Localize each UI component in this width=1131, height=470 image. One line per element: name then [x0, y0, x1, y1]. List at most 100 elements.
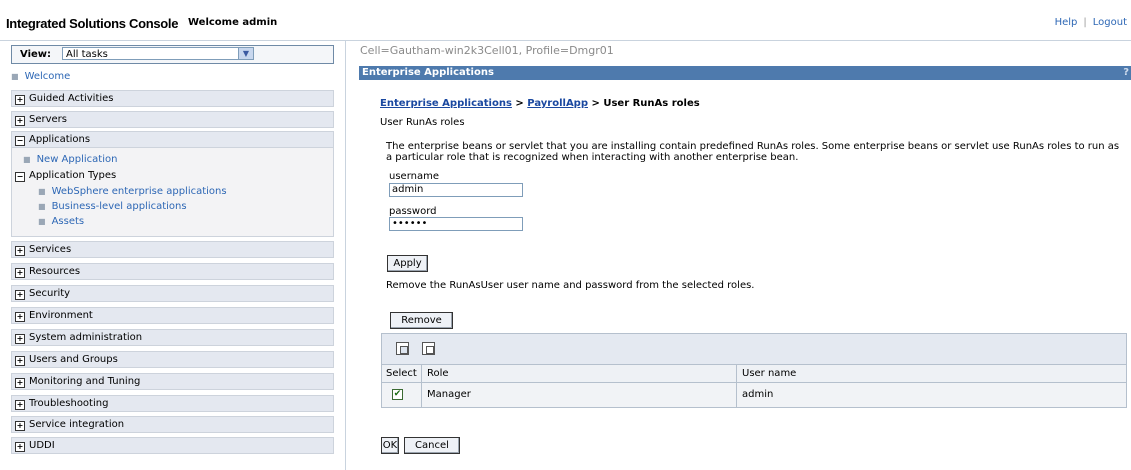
remove-description: Remove the RunAsUser user name and passw… — [386, 280, 755, 291]
deselect-all-icon-inner — [426, 346, 434, 354]
bullet-icon: ■ — [38, 217, 46, 226]
expand-icon[interactable]: + — [15, 421, 25, 431]
apply-button[interactable]: Apply — [387, 255, 428, 272]
nav-section-label: UDDI — [29, 440, 55, 451]
nav-section-guided-activities[interactable]: + Guided Activities — [11, 90, 334, 107]
ok-button[interactable]: OK — [381, 437, 399, 454]
username-field[interactable]: admin — [389, 183, 523, 197]
nav-section-label: Servers — [29, 114, 68, 125]
cancel-button[interactable]: Cancel — [404, 437, 460, 454]
nav-group-label: Application Types — [29, 170, 117, 181]
column-header-role: Role — [427, 368, 449, 379]
nav-section-applications[interactable]: − Applications — [12, 132, 333, 148]
expand-icon[interactable]: + — [15, 442, 25, 452]
view-label: View: — [20, 49, 52, 60]
table-header: Select Role User name — [381, 365, 1127, 383]
nav-item-label: Assets — [51, 216, 85, 227]
view-select[interactable]: All tasks ▼ — [62, 47, 254, 60]
nav-section-monitoring-and-tuning[interactable]: + Monitoring and Tuning — [11, 373, 334, 390]
cell-profile-text: Cell=Gautham-win2k3Cell01, Profile=Dmgr0… — [360, 44, 614, 57]
nav-section-environment[interactable]: + Environment — [11, 307, 334, 324]
column-header-select: Select — [386, 368, 417, 379]
nav-group-application-types[interactable]: − Application Types — [15, 170, 117, 182]
bullet-icon: ■ — [23, 155, 31, 164]
nav-section-security[interactable]: + Security — [11, 285, 334, 302]
welcome-user-text: Welcome admin — [188, 17, 278, 28]
nav-item-label: WebSphere enterprise applications — [51, 186, 227, 197]
breadcrumb-separator: > — [511, 98, 528, 109]
nav-section-label: Applications — [29, 134, 91, 145]
expand-icon[interactable]: + — [15, 268, 25, 278]
password-label: password — [389, 206, 437, 217]
select-all-icon[interactable] — [396, 342, 409, 355]
nav-item-new-application[interactable]: ■ New Application — [23, 154, 117, 165]
column-divider — [736, 383, 737, 407]
select-all-icon-inner — [400, 346, 408, 354]
expand-icon[interactable]: + — [15, 312, 25, 322]
column-divider — [736, 365, 737, 382]
bullet-icon: ■ — [38, 187, 46, 196]
table-row: ✔ Manager admin — [381, 383, 1127, 408]
page-subtitle: User RunAs roles — [380, 117, 465, 128]
nav-section-label: Troubleshooting — [29, 398, 109, 409]
collapse-icon[interactable]: − — [15, 172, 25, 182]
nav-welcome-link[interactable]: ■ Welcome — [11, 71, 70, 82]
remove-button[interactable]: Remove — [390, 312, 453, 329]
view-filter: View: All tasks ▼ — [11, 45, 334, 64]
expand-icon[interactable]: + — [15, 246, 25, 256]
expand-icon[interactable]: + — [15, 356, 25, 366]
expand-icon[interactable]: + — [15, 290, 25, 300]
nav-section-resources[interactable]: + Resources — [11, 263, 334, 280]
navigation-tree: View: All tasks ▼ ■ Welcome + Guided Activ… — [0, 41, 346, 470]
nav-section-label: Monitoring and Tuning — [29, 376, 141, 387]
nav-section-service-integration[interactable]: + Service integration — [11, 416, 334, 433]
page-description: The enterprise beans or servlet that you… — [386, 141, 1120, 163]
password-field[interactable]: •••••• — [389, 217, 523, 231]
nav-section-applications-expanded: − Applications ■ New Application − Applicat… — [11, 131, 334, 237]
column-divider — [421, 365, 422, 382]
panel-help-icon[interactable]: ? — [1123, 66, 1129, 80]
nav-section-label: Users and Groups — [29, 354, 118, 365]
deselect-all-icon[interactable] — [422, 342, 435, 355]
nav-item-business-level-applications[interactable]: ■ Business-level applications — [38, 201, 187, 212]
nav-section-uddi[interactable]: + UDDI — [11, 437, 334, 454]
breadcrumb-enterprise-applications[interactable]: Enterprise Applications — [380, 98, 512, 109]
breadcrumb-current: User RunAs roles — [603, 98, 700, 109]
nav-section-label: Resources — [29, 266, 81, 277]
logout-link[interactable]: Logout — [1093, 17, 1127, 28]
cell-role: Manager — [427, 389, 471, 400]
help-link[interactable]: Help — [1055, 17, 1078, 28]
nav-section-users-and-groups[interactable]: + Users and Groups — [11, 351, 334, 368]
column-header-user-name: User name — [742, 368, 797, 379]
nav-section-system-administration[interactable]: + System administration — [11, 329, 334, 346]
chevron-down-icon[interactable]: ▼ — [238, 48, 253, 59]
nav-section-servers[interactable]: + Servers — [11, 111, 334, 128]
username-label: username — [389, 171, 439, 182]
nav-section-services[interactable]: + Services — [11, 241, 334, 258]
column-divider — [421, 383, 422, 407]
panel-title: Enterprise Applications — [362, 67, 494, 78]
panel-title-bar: Enterprise Applications ? — [359, 66, 1131, 80]
top-links: Help | Logout — [1055, 17, 1127, 28]
nav-section-troubleshooting[interactable]: + Troubleshooting — [11, 395, 334, 412]
nav-section-label: Environment — [29, 310, 93, 321]
expand-icon[interactable]: + — [15, 400, 25, 410]
nav-section-label: System administration — [29, 332, 143, 343]
expand-icon[interactable]: + — [15, 95, 25, 105]
nav-item-label: Business-level applications — [51, 201, 187, 212]
row-select-checkbox[interactable]: ✔ — [392, 389, 403, 400]
nav-item-assets[interactable]: ■ Assets — [38, 216, 84, 227]
breadcrumb: Enterprise Applications > PayrollApp > U… — [380, 98, 700, 109]
collapse-icon[interactable]: − — [15, 136, 25, 146]
nav-section-label: Guided Activities — [29, 93, 114, 104]
table-toolbar — [381, 333, 1127, 365]
view-select-value: All tasks — [66, 49, 108, 60]
nav-item-websphere-enterprise-applications[interactable]: ■ WebSphere enterprise applications — [38, 186, 227, 197]
bullet-icon: ■ — [38, 202, 46, 211]
expand-icon[interactable]: + — [15, 116, 25, 126]
expand-icon[interactable]: + — [15, 334, 25, 344]
expand-icon[interactable]: + — [15, 378, 25, 388]
breadcrumb-separator: > — [588, 98, 604, 109]
breadcrumb-payrollapp[interactable]: PayrollApp — [527, 98, 588, 109]
nav-welcome-label: Welcome — [24, 71, 71, 82]
